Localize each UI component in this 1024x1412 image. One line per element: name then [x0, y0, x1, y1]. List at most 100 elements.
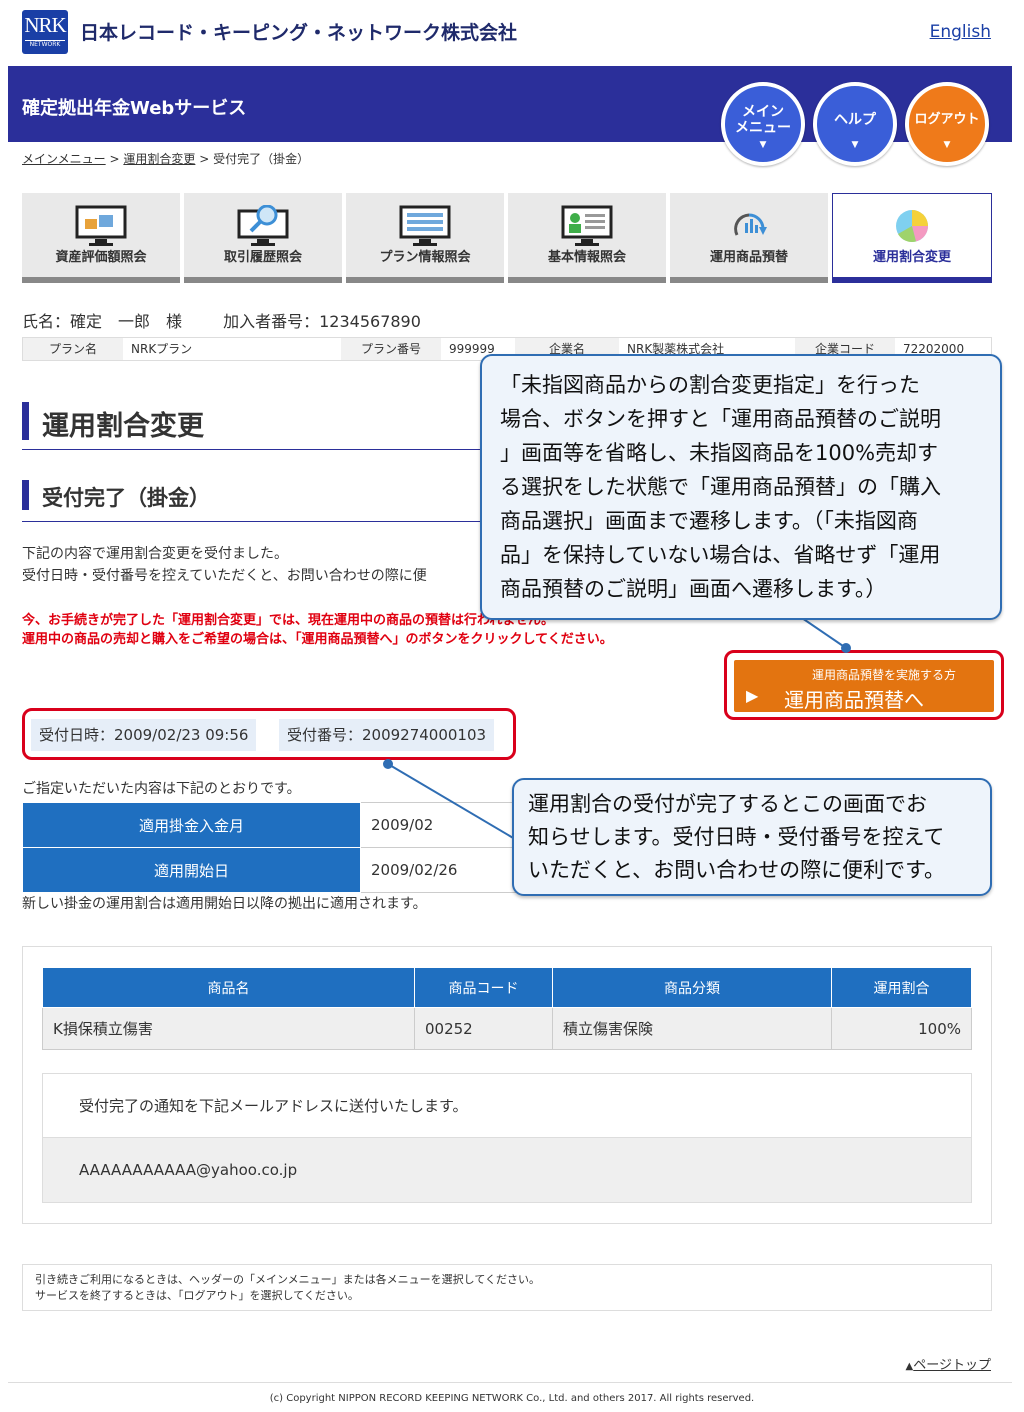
header-banner: 確定拠出年金Webサービス メイン メニュー ▼ ヘルプ ▼ ログアウト ▼: [8, 66, 1012, 166]
callout-line: 知らせします。受付日時・受付番号を控えて: [528, 825, 945, 849]
warning-line-2: 運用中の商品の売却と購入をご希望の場合は、「運用商品預替へ」のボタンをクリックし…: [22, 632, 613, 647]
help-button[interactable]: ヘルプ ▼: [813, 82, 897, 166]
intro-line-1: 下記の内容で運用割合変更を受付ました。: [22, 546, 288, 562]
pie-chart-icon: [896, 210, 928, 243]
subtitle-bar-decoration: [22, 480, 29, 510]
logout-button[interactable]: ログアウト ▼: [905, 82, 989, 166]
product-code: 00252: [414, 1007, 553, 1050]
magnifier-monitor-icon: [237, 205, 289, 246]
english-link[interactable]: English: [930, 22, 991, 42]
col-allocation: 運用割合: [831, 967, 972, 1008]
footer-divider: [8, 1382, 1012, 1383]
col-product-category: 商品分類: [552, 967, 832, 1008]
tab-allocation-change[interactable]: 運用割合変更: [832, 193, 992, 283]
callout-receipt-explanation: 運用割合の受付が完了するとこの画面でお 知らせします。受付日時・受付番号を控えて…: [512, 778, 992, 896]
product-table: 商品名 商品コード 商品分類 運用割合 K損保積立傷害 00252 積立傷害保険…: [42, 967, 972, 1050]
exchange-arrows-icon: [734, 213, 767, 236]
apply-month-value: 2009/02: [360, 802, 522, 848]
logo-subtext: NETWORK: [25, 40, 65, 49]
title-bar-decoration: [22, 402, 29, 440]
asset-monitor-icon: [75, 205, 127, 246]
product-switch-button[interactable]: 運用商品預替を実施する方 ▶ 運用商品預替へ: [734, 660, 994, 712]
product-name: K損保積立傷害: [42, 1007, 415, 1050]
callout-1-connector: [801, 617, 847, 649]
member-info: 氏名：確定 一郎 様 加入者番号：1234567890: [22, 308, 457, 332]
callout-switch-explanation: 「未指図商品からの割合変更指定」を行った 場合、ボタンを押すと「運用商品預替のご…: [480, 354, 1002, 620]
receipt-datetime: 受付日時：2009/02/23 09:56: [31, 719, 257, 751]
callout-line: 商品預替のご説明」画面へ遷移します。）: [500, 577, 887, 601]
page-top-link[interactable]: ▲ページトップ: [906, 1354, 991, 1373]
function-tabs: 資産評価額照会 取引履歴照会 プラン情報照会 基本情報照会 運用商品預替 運用割…: [22, 193, 992, 283]
switch-button-highlight: 運用商品預替を実施する方 ▶ 運用商品預替へ: [724, 650, 1004, 720]
col-product-code: 商品コード: [414, 967, 553, 1008]
tab-basic-info[interactable]: 基本情報照会: [508, 193, 666, 283]
callout-2-anchor-dot: [383, 759, 393, 769]
tab-label: 基本情報照会: [547, 250, 626, 265]
apply-note: 新しい掛金の運用割合は適用開始日以降の拠出に適用されます。: [22, 896, 427, 912]
tab-plan-info[interactable]: プラン情報照会: [346, 193, 504, 283]
apply-start-label: 適用開始日: [22, 847, 361, 893]
callout-line: 「未指図商品からの割合変更指定」を行った: [500, 373, 920, 397]
logout-label: ログアウト: [914, 112, 980, 127]
breadcrumb-allocation-change[interactable]: 運用割合変更: [123, 152, 195, 166]
main-menu-button[interactable]: メイン メニュー ▼: [721, 82, 805, 166]
apply-month-label: 適用掛金入金月: [22, 802, 361, 848]
tab-label: 運用商品預替: [709, 250, 788, 265]
play-triangle-icon: ▶: [746, 686, 759, 705]
breadcrumb-separator: >: [199, 152, 210, 166]
footer-note-line-1: 引き続きご利用になるときは、ヘッダーの「メインメニュー」または各メニューを選択し…: [35, 1273, 541, 1286]
chevron-down-icon: ▼: [943, 140, 951, 150]
page-subtitle: 受付完了（掛金）: [42, 486, 210, 510]
member-name: 氏名：確定 一郎 様: [22, 312, 183, 331]
plan-number-label: プラン番号: [341, 338, 441, 360]
tab-transaction-history[interactable]: 取引履歴照会: [184, 193, 342, 283]
mail-address: AAAAAAAAAAA@yahoo.co.jp: [43, 1138, 971, 1202]
main-menu-label-2: メニュー: [735, 120, 791, 136]
page-title: 運用割合変更: [42, 411, 204, 442]
list-monitor-icon: [399, 205, 451, 246]
breadcrumb: メインメニュー > 運用割合変更 > 受付完了（掛金）: [22, 150, 309, 167]
callout-line: 」画面等を省略し、未指図商品を100%売却す: [500, 441, 939, 465]
footer-note: 引き続きご利用になるときは、ヘッダーの「メインメニュー」または各メニューを選択し…: [22, 1264, 992, 1311]
breadcrumb-current: 受付完了（掛金）: [213, 152, 310, 166]
breadcrumb-separator: >: [109, 152, 120, 166]
copyright: (c) Copyright NIPPON RECORD KEEPING NETW…: [269, 1393, 755, 1404]
profile-monitor-icon: [561, 205, 613, 246]
mail-notice-text: 受付完了の通知を下記メールアドレスに送付いたします。: [43, 1074, 971, 1138]
product-category: 積立傷害保険: [552, 1007, 832, 1050]
switch-button-sublabel: 運用商品預替を実施する方: [811, 668, 956, 682]
tab-asset-valuation[interactable]: 資産評価額照会: [22, 193, 180, 283]
help-label: ヘルプ: [834, 112, 876, 128]
footer-note-line-2: サービスを終了するときは、「ログアウト」を選択してください。: [35, 1289, 359, 1302]
receipt-number: 受付番号：2009274000103: [279, 719, 495, 751]
callout-line: いただくと、お問い合わせの際に便利です。: [528, 858, 946, 882]
callout-line: 場合、ボタンを押すと「運用商品預替のご説明: [500, 407, 941, 431]
intro-text: 下記の内容で運用割合変更を受付ました。 受付日時・受付番号を控えていただくと、お…: [22, 543, 427, 587]
company-name: 日本レコード・キーピング・ネットワーク株式会社: [80, 22, 518, 44]
table-row: 適用開始日 2009/02/26: [22, 847, 522, 893]
callout-line: 品」を保持していない場合は、省略せず「運用: [500, 543, 941, 567]
chevron-down-icon: ▼: [851, 140, 859, 150]
allocation-panel: 商品名 商品コード 商品分類 運用割合 K損保積立傷害 00252 積立傷害保険…: [22, 946, 992, 1224]
breadcrumb-main-menu[interactable]: メインメニュー: [22, 152, 106, 166]
plan-name-label: プラン名: [23, 338, 123, 360]
callout-line: る選択をした状態で「運用商品預替」の「購入: [500, 475, 941, 499]
specified-text: ご指定いただいた内容は下記のとおりです。: [22, 781, 301, 797]
callout-line: 運用割合の受付が完了するとこの画面でお: [528, 792, 927, 816]
tab-product-switch[interactable]: 運用商品預替: [670, 193, 828, 283]
logo-text: NRK: [24, 13, 66, 37]
callout-line: 商品選択」画面まで遷移します。（「未指図商: [500, 509, 918, 533]
table-row: 適用掛金入金月 2009/02: [22, 802, 522, 848]
page-top-label: ページトップ: [913, 1358, 991, 1373]
nrk-logo[interactable]: NRK NETWORK: [22, 10, 68, 54]
receipt-highlight: 受付日時：2009/02/23 09:56 受付番号：2009274000103: [22, 708, 516, 760]
tab-label: 取引履歴照会: [223, 250, 302, 265]
switch-button-label: 運用商品預替へ: [784, 688, 924, 712]
intro-line-2: 受付日時・受付番号を控えていただくと、お問い合わせの際に便: [22, 568, 427, 584]
plan-name-value: NRKプラン: [131, 342, 193, 356]
apply-table: 適用掛金入金月 2009/02 適用開始日 2009/02/26: [22, 802, 522, 893]
tab-label: プラン情報照会: [379, 250, 471, 265]
apply-start-value: 2009/02/26: [360, 847, 522, 893]
member-number: 加入者番号：1234567890: [223, 312, 421, 331]
tab-label: 資産評価額照会: [55, 250, 147, 265]
